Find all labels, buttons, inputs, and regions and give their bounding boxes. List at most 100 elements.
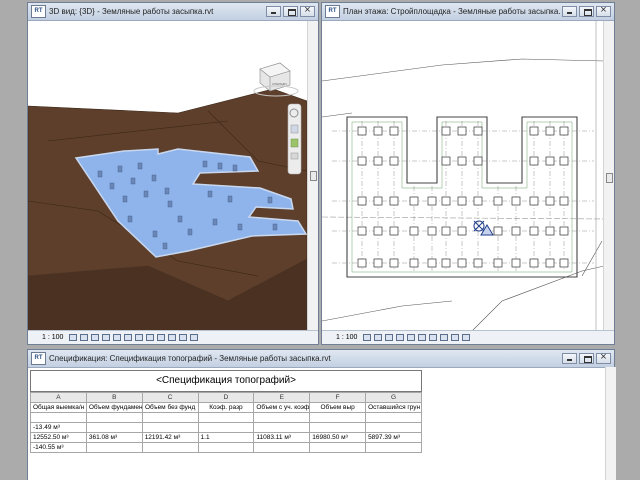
column-header[interactable]: Объем фундамен bbox=[85, 402, 143, 413]
table-cell[interactable] bbox=[253, 422, 311, 433]
table-cell[interactable]: -13.49 м³ bbox=[30, 422, 87, 433]
column-letter[interactable]: D bbox=[197, 392, 255, 403]
close-button[interactable] bbox=[300, 4, 315, 17]
temp-hide-icon[interactable] bbox=[440, 334, 449, 341]
scale-label-3d[interactable]: 1 : 100 bbox=[42, 334, 63, 341]
navigation-bar[interactable] bbox=[287, 103, 302, 175]
crop-region-icon[interactable] bbox=[418, 334, 427, 341]
table-cell[interactable] bbox=[309, 412, 367, 423]
render-icon[interactable] bbox=[113, 334, 122, 341]
view-control-bar-3d: 1 : 100 bbox=[28, 330, 318, 344]
maximize-button[interactable] bbox=[579, 6, 594, 17]
table-cell[interactable]: 12191.42 м³ bbox=[141, 432, 199, 443]
table-cell[interactable] bbox=[365, 442, 422, 453]
column-header[interactable]: Объем выр bbox=[309, 402, 367, 413]
vertical-scrollbar-plan[interactable] bbox=[603, 21, 614, 330]
table-cell[interactable]: 11083.11 м³ bbox=[253, 432, 311, 443]
reveal-hidden-icon[interactable] bbox=[451, 334, 460, 341]
shadows-icon[interactable] bbox=[102, 334, 111, 341]
table-row: -140.55 м³ bbox=[30, 442, 422, 453]
minimize-button[interactable] bbox=[562, 353, 577, 364]
table-cell[interactable] bbox=[253, 442, 311, 453]
table-cell[interactable] bbox=[197, 412, 255, 423]
window-plan-view: RT План этажа: Стройплощадка - Земляные … bbox=[321, 2, 615, 345]
column-header[interactable]: Объем без фунд bbox=[141, 402, 199, 413]
table-cell[interactable] bbox=[309, 422, 367, 433]
vertical-scrollbar-3d[interactable] bbox=[307, 21, 318, 330]
analytical-model-icon[interactable] bbox=[190, 334, 199, 341]
window-title-plan-view: План этажа: Стройплощадка - Земляные раб… bbox=[343, 7, 560, 16]
close-button[interactable] bbox=[596, 4, 611, 17]
table-cell[interactable] bbox=[309, 442, 367, 453]
maximize-button[interactable] bbox=[283, 6, 298, 17]
canvas-3d-view[interactable]: СПЕРЕДИ bbox=[28, 21, 308, 332]
revit-app-icon: RT bbox=[31, 5, 46, 18]
worksharing-icon[interactable] bbox=[179, 334, 188, 341]
table-row bbox=[30, 412, 422, 423]
table-cell[interactable] bbox=[197, 422, 255, 433]
maximize-button[interactable] bbox=[579, 353, 594, 364]
table-row: -13.49 м³ bbox=[30, 422, 422, 433]
lock-view-icon[interactable] bbox=[146, 334, 155, 341]
table-cell[interactable] bbox=[85, 412, 143, 423]
table-cell[interactable]: -140.55 м³ bbox=[30, 442, 87, 453]
titlebar-schedule[interactable]: RT Спецификация: Спецификация топографий… bbox=[28, 350, 614, 368]
worksharing-icon[interactable] bbox=[462, 334, 471, 341]
sun-path-icon[interactable] bbox=[91, 334, 100, 341]
table-cell[interactable] bbox=[365, 412, 422, 423]
revit-app-icon: RT bbox=[31, 352, 46, 365]
column-letter-row: A B C D E F G bbox=[30, 392, 422, 403]
table-cell[interactable] bbox=[141, 422, 199, 433]
view-control-bar-plan: 1 : 100 bbox=[322, 330, 614, 344]
minimize-button[interactable] bbox=[562, 6, 577, 17]
table-cell[interactable] bbox=[365, 422, 422, 433]
table-cell[interactable]: 5897.39 м³ bbox=[365, 432, 422, 443]
table-cell[interactable] bbox=[85, 422, 143, 433]
visual-style-icon[interactable] bbox=[80, 334, 89, 341]
crop-icon[interactable] bbox=[124, 334, 133, 341]
window-3d-view: RT 3D вид: {3D} - Земляные работы засыпк… bbox=[27, 2, 319, 345]
visual-style-icon[interactable] bbox=[374, 334, 383, 341]
table-cell[interactable] bbox=[85, 442, 143, 453]
schedule-table[interactable]: A B C D E F G Общая выемка/н Объем фунда… bbox=[30, 392, 422, 453]
column-header[interactable]: Объем с уч. коэф bbox=[253, 402, 311, 413]
table-cell[interactable]: 1.1 bbox=[197, 432, 255, 443]
canvas-plan-view[interactable] bbox=[322, 21, 604, 332]
table-cell[interactable] bbox=[197, 442, 255, 453]
detail-level-icon[interactable] bbox=[363, 334, 372, 341]
detail-level-icon[interactable] bbox=[69, 334, 78, 341]
titlebar-plan-view[interactable]: RT План этажа: Стройплощадка - Земляные … bbox=[322, 3, 614, 21]
table-cell[interactable]: 12552.50 м³ bbox=[30, 432, 87, 443]
table-cell[interactable] bbox=[30, 412, 87, 423]
sun-path-icon[interactable] bbox=[385, 334, 394, 341]
lock-view-icon[interactable] bbox=[429, 334, 438, 341]
temp-hide-icon[interactable] bbox=[157, 334, 166, 341]
column-header[interactable]: Общая выемка/н bbox=[30, 402, 87, 413]
close-button[interactable] bbox=[596, 351, 611, 364]
window-title-3d-view: 3D вид: {3D} - Земляные работы засыпка.r… bbox=[49, 7, 214, 16]
table-cell[interactable] bbox=[141, 412, 199, 423]
schedule-heading: <Спецификация топографий> bbox=[30, 370, 422, 392]
column-letter[interactable]: E bbox=[253, 392, 311, 403]
reveal-hidden-icon[interactable] bbox=[168, 334, 177, 341]
crop-icon[interactable] bbox=[407, 334, 416, 341]
table-cell[interactable] bbox=[141, 442, 199, 453]
titlebar-3d-view[interactable]: RT 3D вид: {3D} - Земляные работы засыпк… bbox=[28, 3, 318, 21]
table-cell[interactable]: 16980.50 м³ bbox=[309, 432, 367, 443]
column-letter[interactable]: G bbox=[365, 392, 422, 403]
scale-label-plan[interactable]: 1 : 100 bbox=[336, 334, 357, 341]
crop-region-icon[interactable] bbox=[135, 334, 144, 341]
vertical-scrollbar-schedule[interactable] bbox=[605, 367, 616, 480]
column-header-row: Общая выемка/н Объем фундамен Объем без … bbox=[30, 402, 422, 413]
column-letter[interactable]: B bbox=[85, 392, 143, 403]
column-header[interactable]: Коэф. разр bbox=[197, 402, 255, 413]
column-letter[interactable]: C bbox=[141, 392, 199, 403]
column-letter[interactable]: A bbox=[30, 392, 87, 403]
shadows-icon[interactable] bbox=[396, 334, 405, 341]
viewcube-label: СПЕРЕДИ bbox=[272, 82, 287, 86]
table-cell[interactable] bbox=[253, 412, 311, 423]
table-cell[interactable]: 361.08 м³ bbox=[85, 432, 143, 443]
column-header[interactable]: Оставшийся грун bbox=[365, 402, 422, 413]
minimize-button[interactable] bbox=[266, 6, 281, 17]
column-letter[interactable]: F bbox=[309, 392, 367, 403]
